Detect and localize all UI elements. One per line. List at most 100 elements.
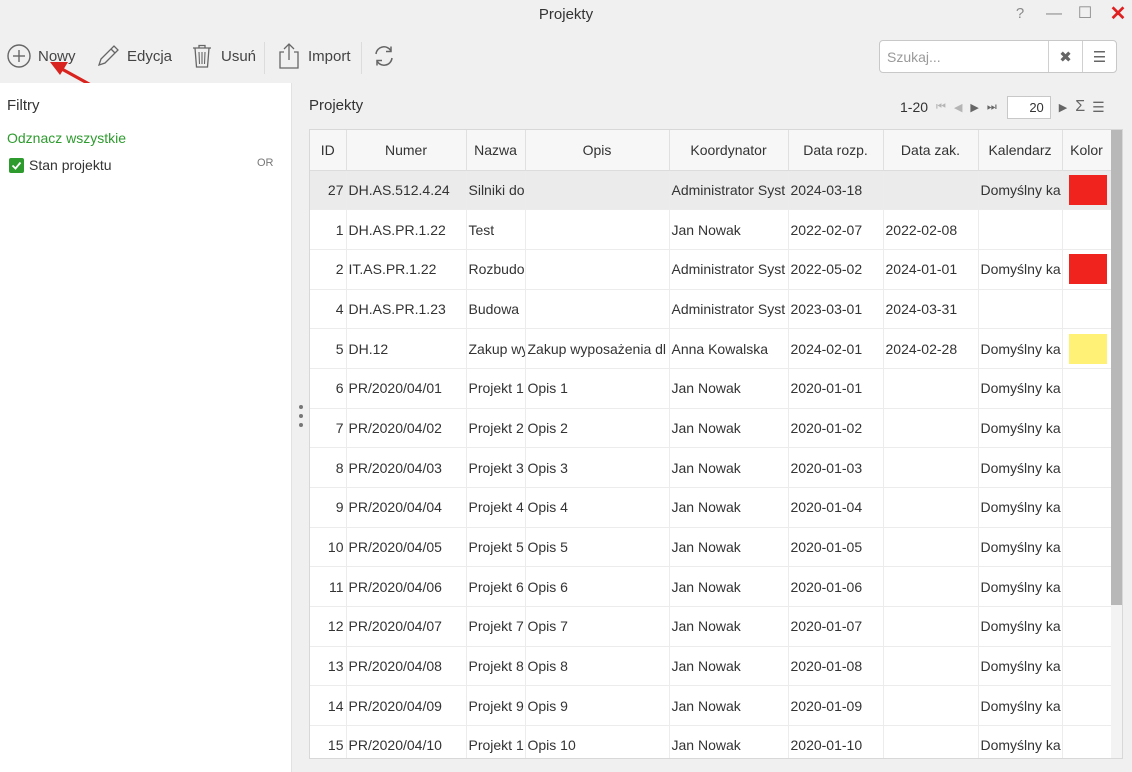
cell-kalendarz: Domyślny ka: [978, 685, 1063, 727]
cell-data-zak: [883, 447, 979, 488]
column-header[interactable]: Data zak.: [883, 130, 979, 171]
cell-koordynator: Jan Nowak: [669, 447, 789, 488]
cell-kalendarz: Domyślny ka: [978, 487, 1063, 528]
filter-item-project-state[interactable]: Stan projektu: [9, 157, 112, 173]
column-header[interactable]: Nazwa: [466, 130, 526, 171]
first-page-icon[interactable]: ⏮: [936, 101, 946, 114]
cell-kolor: [1062, 368, 1112, 409]
cell-opis: [525, 209, 670, 250]
cell-data-zak: [883, 566, 979, 608]
column-header[interactable]: ID: [310, 130, 347, 171]
prev-page-icon[interactable]: ◀: [954, 101, 962, 114]
panel-splitter-handle[interactable]: [298, 405, 304, 427]
table-header-row: ID Numer Nazwa Opis Koordynator Data rozp. Dat…: [310, 130, 1112, 171]
last-page-icon[interactable]: ⏭: [987, 101, 997, 114]
import-button-label: Import: [308, 47, 351, 65]
page-size-dropdown-icon[interactable]: ▶: [1059, 101, 1067, 114]
table-row[interactable]: 9 PR/2020/04/04 Projekt 4 Opis 4 Jan Nowak 20…: [310, 487, 1112, 528]
column-header[interactable]: Koordynator: [669, 130, 789, 171]
table-row[interactable]: 6 PR/2020/04/01 Projekt 1 Opis 1 Jan Nowak 20…: [310, 368, 1112, 409]
help-button[interactable]: ?: [1006, 3, 1034, 25]
cell-numer: PR/2020/04/02: [346, 408, 467, 449]
page-size-input[interactable]: 20: [1006, 95, 1051, 119]
cell-koordynator: Jan Nowak: [669, 408, 789, 449]
cell-numer: PR/2020/04/04: [346, 487, 467, 528]
table-row[interactable]: 4 DH.AS.PR.1.23 Budowa Administrator Syst 20…: [310, 289, 1112, 330]
filter-checkbox[interactable]: [9, 157, 24, 173]
cell-opis: Opis 7: [525, 606, 670, 647]
cell-opis: Opis 5: [525, 527, 670, 568]
table-row[interactable]: 1 DH.AS.PR.1.22 Test Jan Nowak 2022-02-07 202…: [310, 209, 1112, 250]
cell-kolor: [1062, 527, 1112, 568]
table-row[interactable]: 27 DH.AS.512.4.24 Silniki do Administrator …: [310, 170, 1112, 211]
table-row[interactable]: 5 DH.12 Zakup wy Zakup wyposażenia dl Anna K…: [310, 328, 1112, 369]
sigma-icon[interactable]: Σ: [1075, 98, 1085, 116]
cell-kalendarz: Domyślny ka: [978, 566, 1063, 608]
import-button[interactable]: Import: [276, 40, 351, 72]
cell-data-zak: 2024-02-28: [883, 328, 979, 369]
cell-nazwa: Projekt 7: [466, 606, 526, 647]
table-row[interactable]: 11 PR/2020/04/06 Projekt 6 Opis 6 Jan Nowak 2…: [310, 566, 1112, 608]
toolbar-separator: [361, 42, 362, 74]
cell-nazwa: Projekt 5: [466, 527, 526, 568]
minimize-button[interactable]: —: [1040, 3, 1068, 25]
cell-numer: IT.AS.PR.1.22: [346, 249, 467, 290]
cell-numer: PR/2020/04/05: [346, 527, 467, 568]
column-header[interactable]: Opis: [525, 130, 670, 171]
columns-menu-icon[interactable]: ☰: [1092, 99, 1105, 116]
cell-id: 7: [310, 408, 347, 449]
table-row[interactable]: 12 PR/2020/04/07 Projekt 7 Opis 7 Jan Nowak 2…: [310, 606, 1112, 647]
refresh-button[interactable]: [372, 40, 396, 72]
deselect-all-link[interactable]: Odznacz wszystkie: [7, 130, 126, 146]
cell-kalendarz: Domyślny ka: [978, 646, 1063, 687]
table-row[interactable]: 7 PR/2020/04/02 Projekt 2 Opis 2 Jan Nowak 20…: [310, 408, 1112, 449]
vertical-scrollbar-thumb[interactable]: [1111, 130, 1122, 605]
cell-nazwa: Budowa: [466, 289, 526, 330]
cell-opis: Opis 2: [525, 408, 670, 449]
search-input[interactable]: [880, 41, 1048, 72]
table-row[interactable]: 15 PR/2020/04/10 Projekt 1 Opis 10 Jan Nowak…: [310, 725, 1112, 758]
cell-opis: Opis 6: [525, 566, 670, 608]
cell-nazwa: Projekt 6: [466, 566, 526, 608]
close-button[interactable]: ✕: [1104, 3, 1132, 25]
column-header[interactable]: Numer: [346, 130, 467, 171]
cell-koordynator: Administrator Syst: [669, 289, 789, 330]
cell-data-zak: 2022-02-08: [883, 209, 979, 250]
table-row[interactable]: 8 PR/2020/04/03 Projekt 3 Opis 3 Jan Nowak 20…: [310, 447, 1112, 488]
table-row[interactable]: 13 PR/2020/04/08 Projekt 8 Opis 8 Jan Nowak 2…: [310, 646, 1112, 687]
trash-icon: [193, 44, 211, 68]
maximize-button[interactable]: ☐: [1071, 3, 1099, 25]
cell-nazwa: Test: [466, 209, 526, 250]
column-header[interactable]: Data rozp.: [788, 130, 884, 171]
cell-kolor: [1062, 249, 1112, 290]
cell-data-rozp: 2020-01-04: [788, 487, 884, 528]
toolbar-separator: [264, 42, 265, 74]
table-row[interactable]: 2 IT.AS.PR.1.22 Rozbudo Administrator Syst 2…: [310, 249, 1112, 290]
cell-data-rozp: 2020-01-02: [788, 408, 884, 449]
cell-id: 27: [310, 170, 347, 211]
cell-data-rozp: 2020-01-10: [788, 725, 884, 758]
next-page-icon[interactable]: ▶: [970, 101, 978, 114]
cell-koordynator: Jan Nowak: [669, 368, 789, 409]
cell-opis: [525, 249, 670, 290]
cell-koordynator: Jan Nowak: [669, 487, 789, 528]
cell-numer: PR/2020/04/09: [346, 685, 467, 727]
column-header[interactable]: Kolor: [1062, 130, 1112, 171]
cell-id: 6: [310, 368, 347, 409]
filters-title: Filtry: [7, 97, 40, 114]
delete-button[interactable]: Usuń: [189, 40, 256, 72]
clear-search-button[interactable]: ✖: [1048, 41, 1082, 72]
filter-logic-badge[interactable]: OR: [257, 157, 274, 169]
search-box: ✖ ☰: [879, 40, 1117, 73]
table-row[interactable]: 14 PR/2020/04/09 Projekt 9 Opis 9 Jan Nowak 2…: [310, 685, 1112, 727]
cell-opis: Opis 8: [525, 646, 670, 687]
column-header[interactable]: Kalendarz: [978, 130, 1063, 171]
cell-koordynator: Administrator Syst: [669, 249, 789, 290]
search-menu-button[interactable]: ☰: [1082, 41, 1116, 72]
cell-data-rozp: 2020-01-05: [788, 527, 884, 568]
table-row[interactable]: 10 PR/2020/04/05 Projekt 5 Opis 5 Jan Nowak 2…: [310, 527, 1112, 568]
grid-title: Projekty: [309, 97, 364, 114]
cell-koordynator: Administrator Syst: [669, 170, 789, 211]
cell-koordynator: Jan Nowak: [669, 527, 789, 568]
cell-data-zak: [883, 487, 979, 528]
